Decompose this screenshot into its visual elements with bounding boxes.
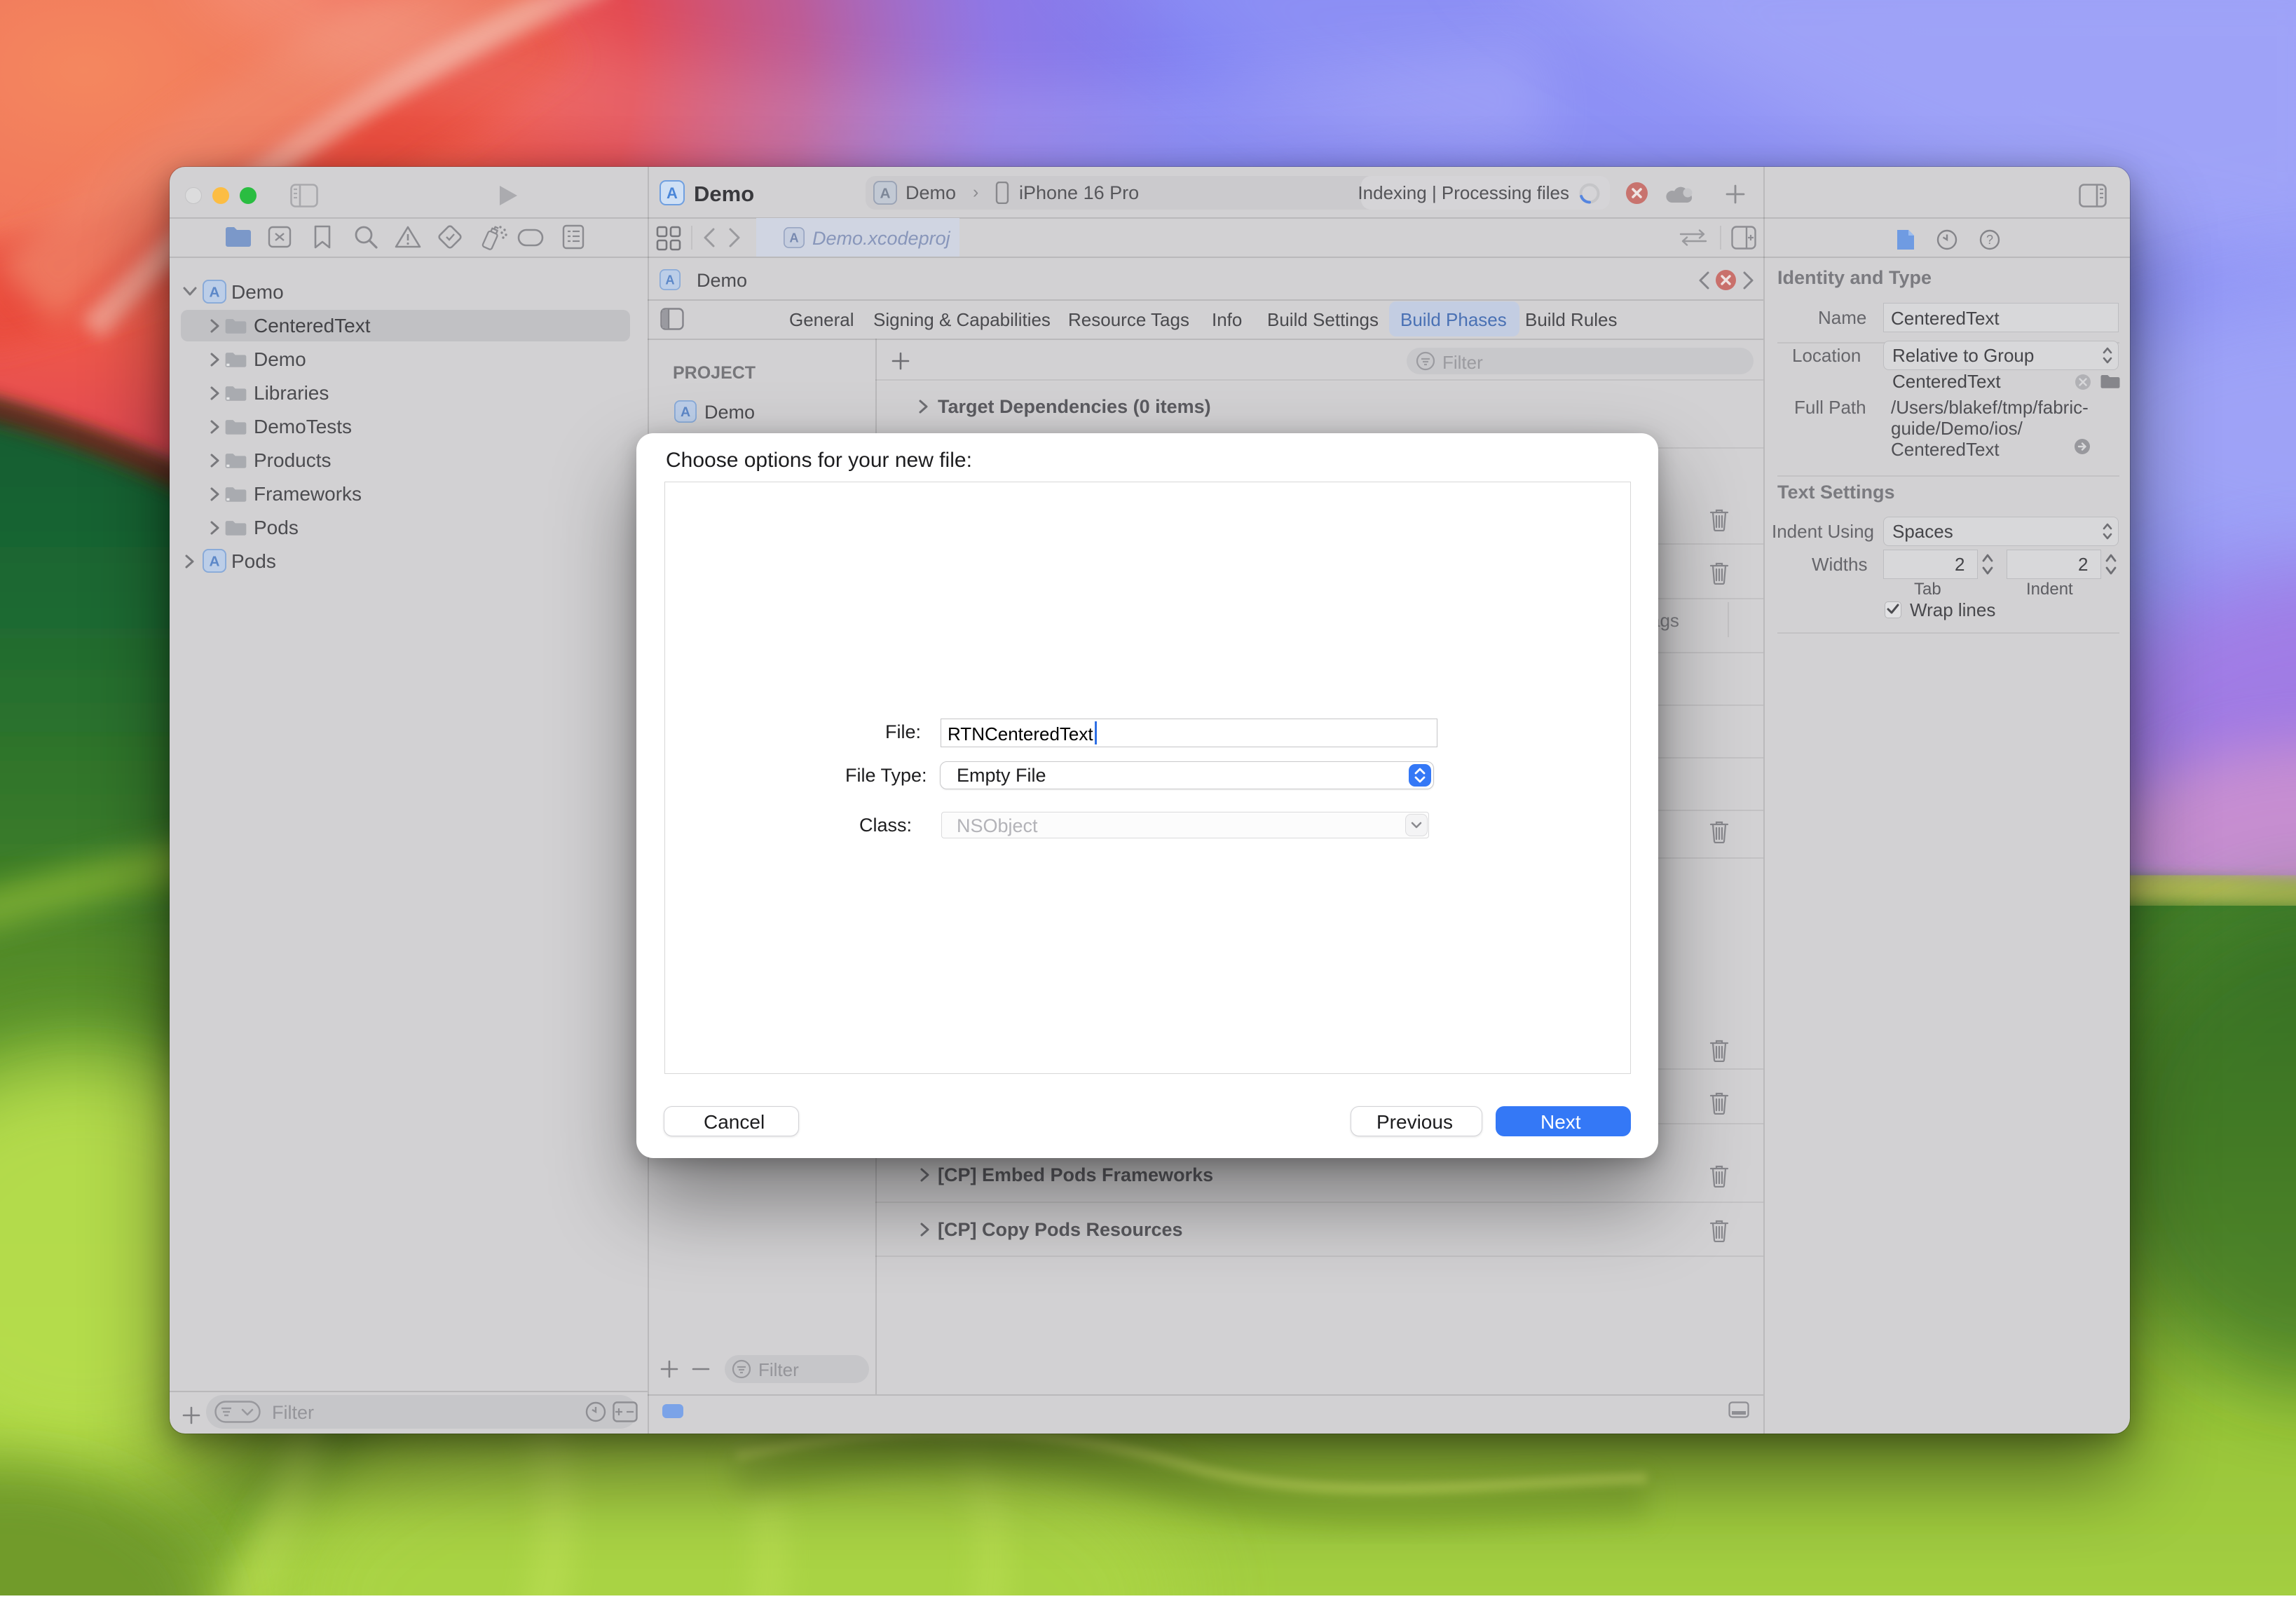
svg-text:A: A xyxy=(789,231,798,245)
svg-text:A: A xyxy=(681,404,690,420)
svg-text:A: A xyxy=(880,186,891,202)
svg-text:A: A xyxy=(667,184,678,202)
svg-text:?: ? xyxy=(1986,233,1993,247)
svg-text:A: A xyxy=(665,273,674,287)
svg-text:A: A xyxy=(210,554,220,570)
svg-text:A: A xyxy=(210,285,220,301)
